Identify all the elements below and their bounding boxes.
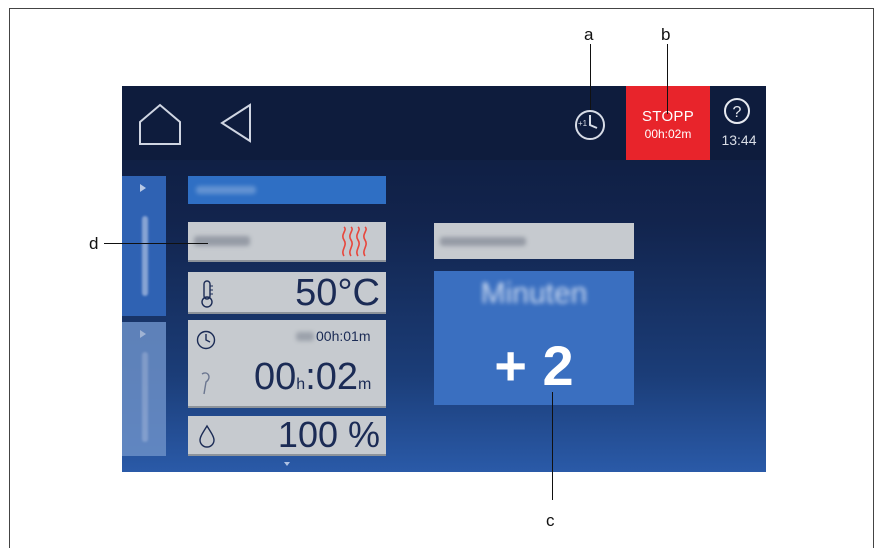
- callout-a: a: [584, 25, 594, 44]
- tab-arrow-icon: [140, 184, 146, 192]
- scroll-down-indicator: [284, 462, 290, 466]
- leader-line-d: [104, 243, 208, 244]
- leader-line-b: [667, 44, 668, 114]
- extension-label-blurred: [440, 237, 526, 246]
- clock-icon: [196, 330, 216, 350]
- oven-screen: +1 STOPP 00h:02m ? 13:44 50°C 00h:01m 00…: [122, 86, 766, 472]
- cooking-mode-panel[interactable]: [188, 222, 386, 262]
- tab-arrow-icon: [140, 330, 146, 338]
- timer-panel[interactable]: 00h:01m 00h:02m: [188, 320, 386, 408]
- help-icon[interactable]: ?: [724, 98, 750, 124]
- thermometer-icon: [201, 280, 213, 308]
- water-drop-icon: [199, 424, 215, 448]
- extension-value-card[interactable]: Minuten + 2: [434, 271, 634, 405]
- extension-value: + 2: [494, 334, 574, 397]
- timer-label-blurred: [296, 332, 314, 341]
- back-icon[interactable]: [218, 102, 254, 144]
- callout-b: b: [661, 25, 671, 44]
- stop-label: STOPP: [641, 108, 695, 125]
- tab-label-blurred: [142, 352, 148, 442]
- temperature-panel[interactable]: 50°C: [188, 272, 386, 314]
- probe-icon: [201, 372, 210, 395]
- program-title-blurred: [196, 186, 256, 194]
- extension-header: [434, 223, 634, 259]
- temperature-value: 50°C: [295, 272, 380, 314]
- timer-main-value: 00h:02m: [254, 356, 371, 399]
- leader-line-a: [590, 44, 591, 110]
- timer-adjust-text: +1: [578, 119, 588, 128]
- callout-c: c: [546, 511, 555, 530]
- program-title-bar[interactable]: [188, 176, 386, 204]
- side-tab-1[interactable]: [122, 176, 166, 316]
- stop-time: 00h:02m: [644, 127, 692, 141]
- stop-button[interactable]: STOPP 00h:02m: [626, 86, 710, 160]
- side-tab-2[interactable]: [122, 322, 166, 456]
- timer-hours: 00: [254, 356, 297, 398]
- humidity-panel[interactable]: 100 %: [188, 414, 386, 456]
- heat-waves-icon: [342, 226, 367, 257]
- timer-hours-unit: h: [296, 376, 306, 393]
- home-icon[interactable]: [136, 102, 184, 146]
- timer-separator: :: [305, 356, 316, 398]
- timer-small-value: 00h:01m: [316, 328, 371, 344]
- mode-label-blurred: [194, 236, 250, 246]
- timer-minutes: 02: [315, 356, 359, 398]
- callout-d: d: [89, 234, 99, 253]
- extension-unit: Minuten: [480, 277, 588, 310]
- clock-time: 13:44: [721, 132, 757, 148]
- leader-line-c: [552, 392, 553, 500]
- tab-label-blurred: [142, 216, 148, 296]
- humidity-value: 100 %: [277, 414, 380, 455]
- timer-minutes-unit: m: [358, 376, 372, 393]
